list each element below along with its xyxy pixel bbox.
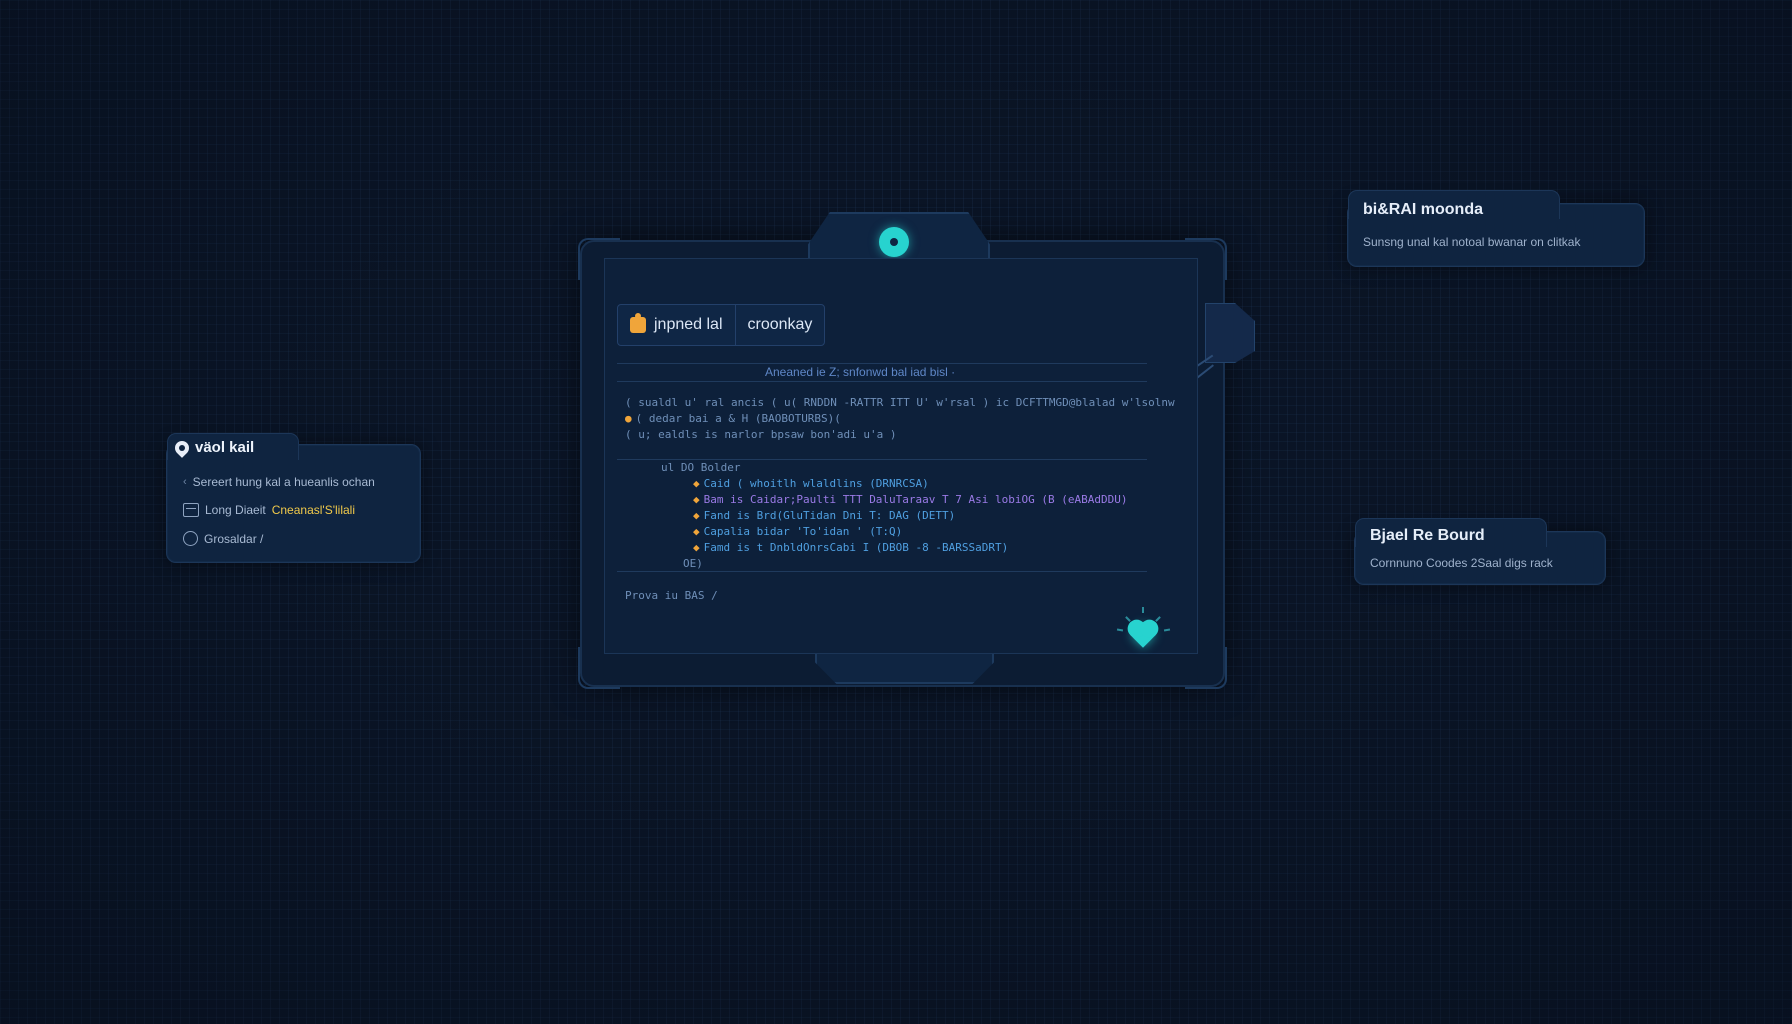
code-line-text: Caid ( whoitlh wlaldlins (DRNRCSA): [703, 477, 929, 490]
file-tab-2[interactable]: croonkay: [734, 305, 825, 345]
code-line: OE): [683, 557, 703, 570]
code-line-text: Famd is t DnbldOnrsCabi I (DBOB -8 -BARS…: [703, 541, 1009, 554]
code-line-text: Bam is Caidar;Paulti TTT DaluTaraav T 7 …: [703, 493, 1128, 506]
record-icon[interactable]: [879, 227, 909, 257]
code-line: ( sualdl u' ral ancis ( u( RNDDN -RATTR …: [625, 396, 1175, 409]
left-card-line-1-text: Sereert hung kal a hueanlis ochan: [192, 475, 375, 489]
right-card-bottom-desc: Cornnuno Coodes 2Saal digs rack: [1370, 556, 1553, 570]
code-line: ◆ Caid ( whoitlh wlaldlins (DRNRCSA): [693, 477, 929, 490]
glow-ray: [1142, 607, 1144, 613]
chevron-left-icon: ‹: [183, 476, 187, 488]
left-card-line-3-text: Grosaldar /: [204, 531, 264, 546]
divider: [617, 381, 1147, 382]
code-editor[interactable]: jnpned lal croonkay Aneaned ie Z; snfonw…: [604, 258, 1198, 654]
left-card-line-3[interactable]: Grosaldar /: [183, 531, 263, 546]
location-pin-icon: [172, 437, 192, 458]
code-line-text: Capalia bidar 'To'idan ' (T:Q): [703, 525, 903, 538]
divider: [617, 571, 1147, 572]
file-tab-bar: jnpned lal croonkay: [617, 304, 826, 346]
puzzle-icon: [630, 313, 646, 333]
heart-button[interactable]: [1128, 618, 1158, 648]
right-card-top-title: bi&RAI moonda: [1363, 201, 1483, 218]
circle-icon: [183, 531, 198, 546]
divider: [617, 363, 1147, 364]
code-line: ◆ Fand is Brd(GluTidan Dni T: DAG (DETT): [693, 509, 956, 522]
code-line: ( u; ealdls is narlor bpsaw bon'adi u'a …: [625, 428, 897, 441]
right-card-bottom-title: Bjael Re Bourd: [1370, 527, 1485, 544]
frame-side-tab[interactable]: [1205, 303, 1255, 363]
code-line: ◆ Famd is t DnbldOnrsCabi I (DBOB -8 -BAR…: [693, 541, 1009, 554]
document-icon: [183, 503, 199, 517]
code-line-text: ( dedar bai a & H (BAOBOTURBS)(: [635, 412, 841, 425]
left-card-line-2-label: Long Diaeit: [205, 503, 266, 517]
file-tab-2-label: croonkay: [747, 316, 813, 333]
code-line: ul DO Bolder: [661, 461, 741, 474]
heart-icon: [1130, 622, 1156, 648]
editor-comment: Aneaned ie Z; snfonwd bal iad bisl ·: [765, 365, 956, 379]
left-card-line-2[interactable]: Long Diaeit Cneanasl'S'lilali: [183, 503, 355, 517]
divider: [617, 459, 1147, 460]
code-line-text: Fand is Brd(GluTidan Dni T: DAG (DETT): [703, 509, 956, 522]
right-info-card-bottom[interactable]: Bjael Re Bourd Cornnuno Coodes 2Saal dig…: [1354, 518, 1606, 585]
code-line: ◆ Bam is Caidar;Paulti TTT DaluTaraav T 7…: [693, 493, 1128, 506]
code-line: Prova iu BAS /: [625, 589, 718, 602]
left-card-line-2-value: Cneanasl'S'lilali: [271, 503, 356, 517]
right-info-card-top[interactable]: bi&RAI moonda Sunsng unal kal notoal bwa…: [1347, 190, 1645, 267]
file-tab-1[interactable]: jnpned lal: [618, 305, 735, 345]
file-tab-1-label: jnpned lal: [654, 316, 723, 333]
right-card-top-desc: Sunsng unal kal notoal bwanar on clitkak: [1363, 235, 1581, 249]
left-card-header: väol kail: [172, 437, 255, 458]
left-info-card[interactable]: väol kail ‹ Sereert hung kal a hueanlis …: [166, 433, 421, 563]
code-line: ●( dedar bai a & H (BAOBOTURBS)(: [625, 412, 841, 425]
left-card-line-1[interactable]: ‹ Sereert hung kal a hueanlis ochan: [183, 475, 375, 489]
left-card-title: väol kail: [195, 439, 255, 456]
code-line: ◆ Capalia bidar 'To'idan ' (T:Q): [693, 525, 903, 538]
